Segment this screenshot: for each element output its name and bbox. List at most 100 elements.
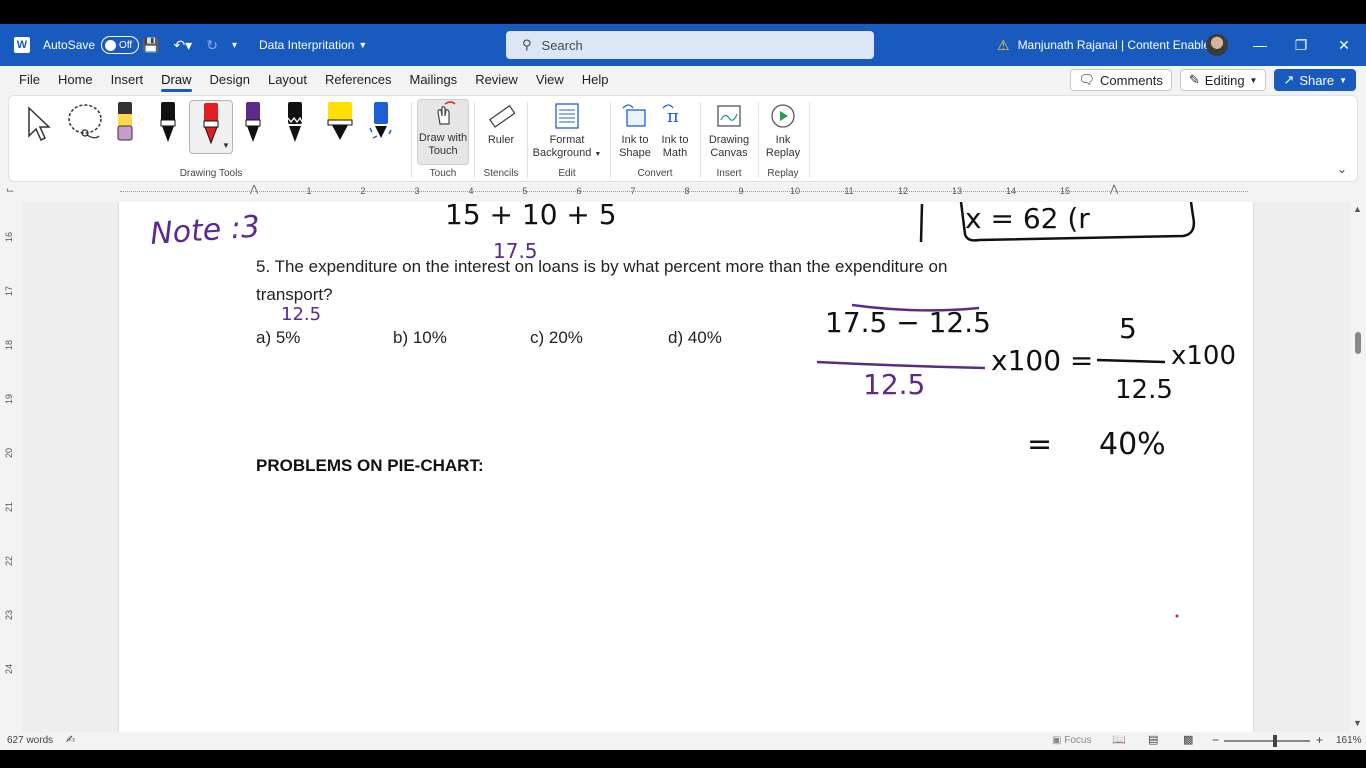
print-layout-icon[interactable]: ▤ [1148, 733, 1158, 746]
lasso-select-icon[interactable] [65, 102, 105, 142]
share-button[interactable]: ↗ Share ▼ [1274, 69, 1356, 91]
ruler-mark: 14 [1006, 186, 1017, 196]
ruler-mark: 7 [630, 186, 636, 196]
ruler-mark: 24 [4, 663, 15, 675]
tab-layout[interactable]: Layout [259, 72, 316, 92]
ruler-mark: 12 [898, 186, 909, 196]
tab-review[interactable]: Review [466, 72, 527, 92]
format-background-icon [555, 103, 579, 129]
ruler-mark: 23 [4, 609, 15, 621]
ink-replay-button[interactable]: Ink Replay [762, 102, 804, 160]
ruler-mark: 17 [4, 285, 15, 297]
action-pen-icon[interactable] [367, 102, 395, 146]
tab-insert[interactable]: Insert [102, 72, 153, 92]
tab-design[interactable]: Design [201, 72, 259, 92]
avatar[interactable] [1206, 34, 1228, 56]
ink-to-shape-button[interactable]: Ink to Shape [615, 102, 655, 160]
black-pen-icon[interactable] [156, 102, 180, 146]
ink-rhs-bar [1096, 358, 1166, 364]
ink-fraction-denominator: 12.5 [863, 368, 925, 401]
tab-help[interactable]: Help [573, 72, 618, 92]
zoom-in-icon[interactable]: + [1316, 733, 1323, 747]
warning-icon: ⚠ [997, 36, 1010, 53]
autosave-control[interactable]: AutoSave Off [43, 24, 140, 66]
tab-draw[interactable]: Draw [152, 72, 200, 92]
web-layout-icon[interactable]: ▩ [1183, 733, 1193, 746]
scroll-down-icon[interactable]: ▼ [1353, 718, 1362, 728]
tab-mailings[interactable]: Mailings [401, 72, 467, 92]
ruler-mark: 5 [522, 186, 528, 196]
stencils-group-label: Stencils [483, 168, 519, 179]
convert-group-label: Convert [637, 168, 673, 179]
tab-view[interactable]: View [527, 72, 573, 92]
document-canvas[interactable]: 5. The expenditure on the interest on lo… [22, 202, 1350, 732]
zoom-slider-thumb[interactable] [1273, 735, 1277, 747]
pencil-icon: ✎ [1188, 72, 1200, 87]
customize-qat-icon[interactable]: ▾ [232, 40, 237, 51]
tab-stop-selector-icon[interactable]: ⌙ [6, 185, 14, 196]
draw-with-touch-button[interactable]: Draw with Touch [417, 99, 469, 165]
zoom-out-icon[interactable]: − [1212, 733, 1219, 747]
tab-file[interactable]: File [10, 72, 49, 92]
focus-button[interactable]: ▣ Focus [1052, 735, 1091, 746]
eraser-pen-icon[interactable] [113, 100, 137, 144]
indent-marker-icon[interactable]: ⋀ [250, 184, 258, 195]
ink-to-math-button[interactable]: π Ink to Math [655, 102, 695, 160]
ink-to-shape-icon [622, 104, 646, 127]
drawing-canvas-button[interactable]: Drawing Canvas [705, 102, 753, 160]
close-button[interactable]: ✕ [1324, 24, 1364, 66]
undo-icon[interactable]: ↶▾ [173, 37, 192, 54]
ribbon-separator [700, 102, 701, 178]
tab-home[interactable]: Home [49, 72, 102, 92]
scroll-up-icon[interactable]: ▲ [1353, 204, 1362, 214]
select-arrow-icon[interactable] [23, 104, 53, 144]
document-page[interactable]: 5. The expenditure on the interest on lo… [119, 202, 1253, 732]
ruler-button[interactable]: Ruler [479, 102, 523, 147]
collapse-ribbon-icon[interactable]: ⌄ [1337, 162, 1347, 176]
ruler-mark: 1 [306, 186, 312, 196]
ribbon-separator [527, 102, 528, 178]
pencil-tool-icon[interactable] [283, 102, 307, 146]
scroll-thumb[interactable] [1355, 332, 1361, 354]
format-background-label: Format Background ▼ [532, 134, 602, 159]
purple-pen-icon[interactable] [241, 102, 265, 146]
ink-answer: 40% [1099, 427, 1166, 462]
read-mode-icon[interactable]: 📖 [1112, 733, 1126, 746]
ruler-mark: 10 [790, 186, 801, 196]
account-area[interactable]: ⚠ Manjunath Rajanal | Content Enablers [997, 24, 1220, 66]
ruler-mark: 6 [576, 186, 582, 196]
zoom-slider-track[interactable] [1224, 740, 1310, 742]
ruler-mark: 11 [844, 186, 854, 196]
tab-references[interactable]: References [316, 72, 400, 92]
minimize-button[interactable]: — [1240, 24, 1280, 66]
autosave-toggle[interactable]: Off [101, 36, 140, 54]
chevron-down-icon: ▼ [1339, 75, 1347, 85]
vertical-scrollbar[interactable]: ▲ ▼ [1350, 202, 1366, 732]
save-icon[interactable]: 💾 [142, 37, 159, 54]
proofing-icon[interactable]: ✍ [66, 733, 75, 746]
right-indent-marker-icon[interactable]: ⋀ [1110, 184, 1118, 195]
highlighter-icon[interactable] [326, 102, 356, 146]
selected-pen-frame[interactable]: ▼ [189, 100, 233, 154]
zoom-level[interactable]: 161% [1336, 735, 1362, 746]
comments-button[interactable]: 🗨 Comments [1069, 69, 1172, 91]
ink-replay-label: Ink Replay [765, 134, 801, 159]
ruler-mark: 4 [468, 186, 474, 196]
ink-annotations[interactable]: Note :3 15 + 10 + 5 17.5 x = 62 (r 12.5 … [119, 202, 1253, 732]
autosave-state: Off [119, 39, 133, 51]
ribbon-right-actions: 🗨 Comments ✎ Editing ▼ ↗ Share ▼ [1069, 69, 1356, 91]
red-pen-icon [203, 103, 219, 145]
ribbon-separator [411, 102, 412, 178]
editing-mode-button[interactable]: ✎ Editing ▼ [1179, 69, 1267, 91]
chevron-down-icon[interactable]: ▼ [222, 141, 230, 150]
document-title[interactable]: Data Interpritation ▼ [259, 24, 367, 66]
editing-label: Editing [1204, 72, 1245, 88]
horizontal-ruler[interactable]: ⌙ ⋀ ⋀ 1 2 3 4 5 6 7 8 9 10 11 12 13 14 1… [0, 184, 1366, 200]
vertical-ruler[interactable]: 16 17 18 19 20 21 22 23 24 [0, 202, 22, 732]
search-box[interactable]: ⚲ Search [506, 31, 874, 59]
word-count[interactable]: 627 words [7, 735, 53, 746]
restore-button[interactable]: ❐ [1281, 24, 1321, 66]
focus-label: Focus [1064, 735, 1092, 746]
format-background-button[interactable]: Format Background ▼ [531, 102, 603, 161]
redo-icon[interactable]: ↻ [206, 37, 218, 54]
